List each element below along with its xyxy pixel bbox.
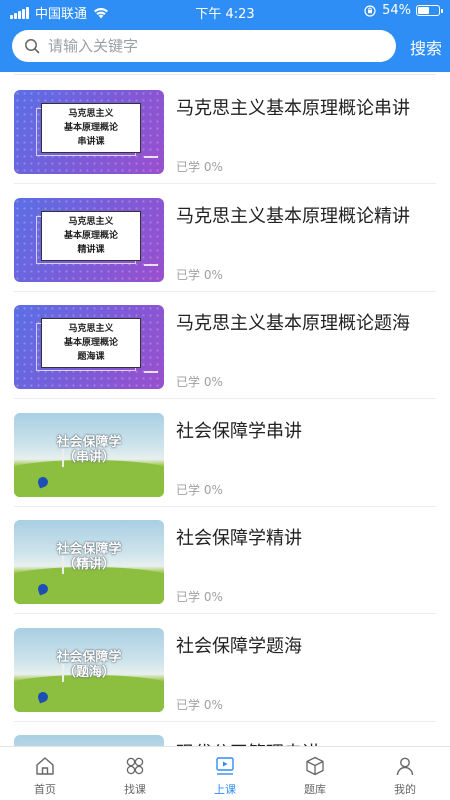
battery-fill	[418, 7, 429, 14]
course-item[interactable]: 社会保障学 （串讲） 社会保障学串讲已学 0%	[14, 399, 436, 507]
thumbnail-text: （精讲）	[62, 557, 115, 572]
tab-label: 找课	[124, 783, 146, 796]
rotation-lock-icon	[364, 4, 376, 17]
thumbnail-text: 基本原理概论	[63, 338, 118, 348]
thumbnail-text: 串讲课	[77, 137, 105, 147]
thumbnail-text: （串讲）	[62, 449, 115, 465]
course-title[interactable]: 马克思主义基本原理概论精讲	[176, 202, 410, 228]
header: 中国联通 下午 4:23 54% 请输入关键字 搜索	[0, 0, 450, 72]
thumbnail-text: 基本原理概论	[63, 123, 118, 133]
thumbnail-card: 马克思主义基本原理概论 题海课	[41, 318, 141, 368]
search-icon	[25, 39, 40, 54]
course-thumbnail[interactable]: 社会保障学 （串讲）	[14, 412, 164, 497]
course-title[interactable]: 马克思主义基本原理概论串讲	[176, 94, 410, 120]
search-input[interactable]	[48, 37, 368, 55]
tab-question-bank[interactable]: 题库	[270, 747, 360, 800]
course-title[interactable]: 社会保障学串讲	[176, 417, 302, 443]
course-title[interactable]: 马克思主义基本原理概论题海	[176, 309, 410, 335]
thumbnail-text: （题海）	[62, 664, 115, 680]
course-item[interactable]: 马克思主义基本原理概论 串讲课 马克思主义基本原理概论串讲已学 0%	[14, 76, 436, 184]
course-progress: 已学 0%	[176, 267, 223, 282]
course-progress: 已学 0%	[176, 697, 223, 712]
course-progress: 已学 0%	[176, 160, 223, 174]
tab-label: 题库	[304, 783, 326, 796]
thumbnail-card: 马克思主义基本原理概论 串讲课	[41, 103, 141, 153]
course-thumbnail[interactable]: 马克思主义基本原理概论 题海课	[14, 305, 164, 389]
find-course-icon	[126, 757, 144, 775]
course-title[interactable]: 社会保障学精讲	[176, 524, 302, 550]
battery-icon	[416, 5, 443, 16]
tab-home[interactable]: 首页	[0, 747, 90, 800]
course-item[interactable]: 社会保障学 （题海） 社会保障学题海已学 0%	[14, 614, 436, 722]
course-item[interactable]: 社会保障学 （精讲） 社会保障学精讲已学 0%	[14, 506, 436, 614]
course-thumbnail[interactable]: 社会保障学 （题海）	[14, 627, 164, 712]
status-bar: 中国联通 下午 4:23 54%	[0, 0, 450, 22]
course-item[interactable]: 马克思主义基本原理概论 精讲课 马克思主义基本原理概论精讲已学 0%	[14, 184, 436, 292]
tab-find-course[interactable]: 找课	[90, 747, 180, 800]
course-thumbnail[interactable]: 马克思主义基本原理概论 精讲课	[14, 197, 164, 282]
course-thumbnail[interactable]: 马克思主义基本原理概论 串讲课	[14, 90, 164, 174]
course-thumbnail[interactable]	[14, 735, 164, 746]
tab-bar: 首页 找课 上课 题库 我的	[0, 746, 450, 800]
tab-class[interactable]: 上课	[180, 747, 270, 800]
question-bank-icon	[306, 756, 324, 776]
class-icon	[216, 757, 234, 775]
battery-percent: 54%	[382, 3, 411, 18]
tab-label: 上课	[214, 783, 236, 796]
thumbnail-text: 精讲课	[77, 244, 105, 255]
thumbnail-card: 马克思主义基本原理概论 精讲课	[41, 210, 141, 261]
thumbnail-text: 基本原理概论	[63, 230, 118, 241]
tab-label: 我的	[394, 783, 416, 796]
course-list[interactable]: 马克思主义 基本原理概论 串讲课 马克思主义基本原理概论串讲 已学 0% 马克思主义 基本原…	[0, 72, 450, 746]
tab-label: 首页	[34, 783, 56, 796]
thumbnail-text: 马克思主义	[68, 324, 114, 334]
course-item[interactable]: 马克思主义基本原理概论 题海课 马克思主义基本原理概论题海已学 0%	[14, 291, 436, 399]
search-box[interactable]	[12, 30, 396, 62]
profile-icon	[396, 757, 414, 776]
course-progress: 已学 0%	[176, 375, 223, 389]
course-item[interactable]: 现代公司管理串讲	[14, 721, 436, 746]
home-icon	[36, 757, 54, 775]
tab-profile[interactable]: 我的	[360, 747, 450, 800]
course-progress: 已学 0%	[176, 590, 223, 604]
app-root: 中国联通 下午 4:23 54% 请输入关键字 搜索 马克思主义 基本原理概论 …	[0, 0, 450, 800]
list-divider	[14, 74, 436, 75]
thumbnail-text: 马克思主义	[68, 109, 114, 119]
search-button[interactable]: 搜索	[410, 35, 442, 59]
course-title[interactable]: 社会保障学题海	[176, 632, 302, 658]
status-right: 54%	[364, 3, 443, 18]
thumbnail-text: 马克思主义	[68, 216, 114, 227]
course-title[interactable]: 现代公司管理串讲	[176, 739, 320, 746]
course-thumbnail[interactable]: 社会保障学 （精讲）	[14, 520, 164, 604]
thumbnail-text: 题海课	[77, 352, 105, 362]
course-progress: 已学 0%	[176, 482, 223, 497]
